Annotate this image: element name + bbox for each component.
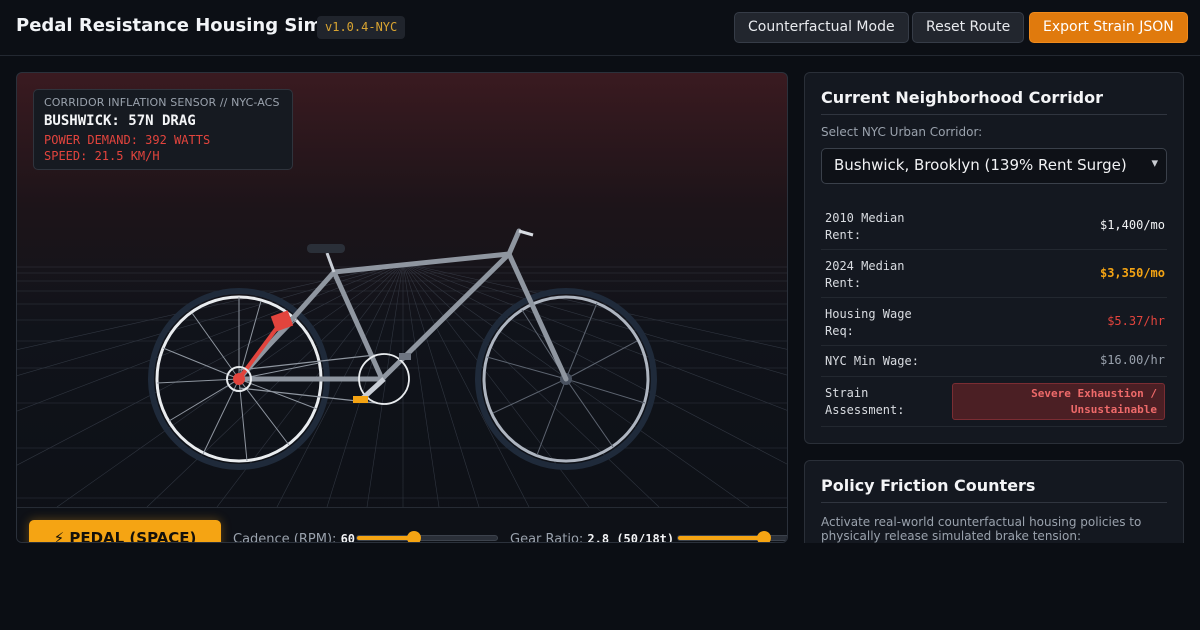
- cadence-value: 60: [340, 532, 356, 543]
- corridor-select-label: Select NYC Urban Corridor:: [821, 125, 983, 139]
- speed-readout: SPEED: 21.5 KM/H: [44, 149, 160, 163]
- gear-label: Gear Ratio: 2.8 (50/18t): [510, 532, 675, 543]
- rent-row-value: $1,400/mo: [1099, 218, 1165, 232]
- cadence-label: Cadence (RPM): 60: [233, 532, 356, 543]
- corridor-card-title: Current Neighborhood Corridor: [821, 88, 1167, 115]
- cadence-slider-fill: [357, 536, 415, 540]
- reset-route-button[interactable]: Reset Route: [912, 12, 1025, 43]
- sensor-caption: CORRIDOR INFLATION SENSOR // NYC-ACS: [44, 96, 280, 109]
- counterfactual-mode-button[interactable]: Counterfactual Mode: [734, 12, 909, 43]
- pedal-block: [399, 353, 411, 360]
- power-demand-readout: POWER DEMAND: 392 WATTS: [44, 133, 211, 147]
- rent-row-value: $3,350/mo: [1099, 266, 1165, 280]
- corridor-select[interactable]: Bushwick, Brooklyn (139% Rent Surge) ▾: [821, 148, 1167, 184]
- corridor-select-value: Bushwick, Brooklyn (139% Rent Surge): [834, 156, 1127, 174]
- policy-card-title: Policy Friction Counters: [821, 476, 1167, 503]
- handlebar: [518, 229, 534, 237]
- brake-point: [233, 373, 245, 385]
- corridor-sensor-readout: CORRIDOR INFLATION SENSOR // NYC-ACS BUS…: [33, 89, 293, 170]
- road-grid: [17, 262, 787, 507]
- drag-force-arrow: [237, 323, 281, 381]
- gear-ratio-slider[interactable]: [677, 531, 787, 542]
- gear-slider-fill: [678, 536, 764, 540]
- cadence-slider[interactable]: [356, 531, 498, 542]
- cadence-slider-knob[interactable]: [407, 531, 422, 542]
- sensor-headline: BUSHWICK: 57N DRAG: [44, 113, 196, 129]
- bike-simulator-panel: CORRIDOR INFLATION SENSOR // NYC-ACS BUS…: [16, 72, 788, 543]
- strain-row: Strain Assessment: Severe Exhaustion / Uns…: [821, 377, 1167, 427]
- app-header: Pedal Resistance Housing Sim v1.0.4-NYC …: [0, 0, 1200, 56]
- pedal-foot: [353, 396, 368, 403]
- pedal-button[interactable]: ⚡ PEDAL (SPACE): [29, 520, 221, 542]
- policy-description: Activate real-world counterfactual housi…: [821, 515, 1142, 543]
- rent-row-value: $5.37/hr: [1107, 314, 1165, 328]
- strain-status-badge: Severe Exhaustion / Unsustainable: [952, 383, 1165, 420]
- rent-row: Housing Wage Req: $5.37/hr: [821, 298, 1167, 346]
- saddle: [307, 244, 345, 253]
- rent-row: NYC Min Wage: $16.00/hr: [821, 346, 1167, 377]
- gear-slider-knob[interactable]: [756, 531, 771, 542]
- controls-bar: ⚡ PEDAL (SPACE) Cadence (RPM): 60 Gear R…: [17, 507, 787, 543]
- rent-row: 2010 Median Rent: $1,400/mo: [821, 202, 1167, 250]
- version-badge: v1.0.4-NYC: [317, 16, 406, 39]
- export-strain-json-button[interactable]: Export Strain JSON: [1029, 12, 1188, 43]
- app-title: Pedal Resistance Housing Sim: [16, 15, 323, 36]
- viewport-bottom-area: [0, 543, 1200, 630]
- corridor-card: Current Neighborhood Corridor Select NYC…: [804, 72, 1184, 444]
- rent-row: 2024 Median Rent: $3,350/mo: [821, 250, 1167, 298]
- chevron-down-icon: ▾: [1151, 156, 1158, 171]
- seat-post: [325, 252, 336, 273]
- rent-row-value: $16.00/hr: [1099, 353, 1165, 367]
- gear-value: 2.8 (50/18t): [587, 532, 675, 543]
